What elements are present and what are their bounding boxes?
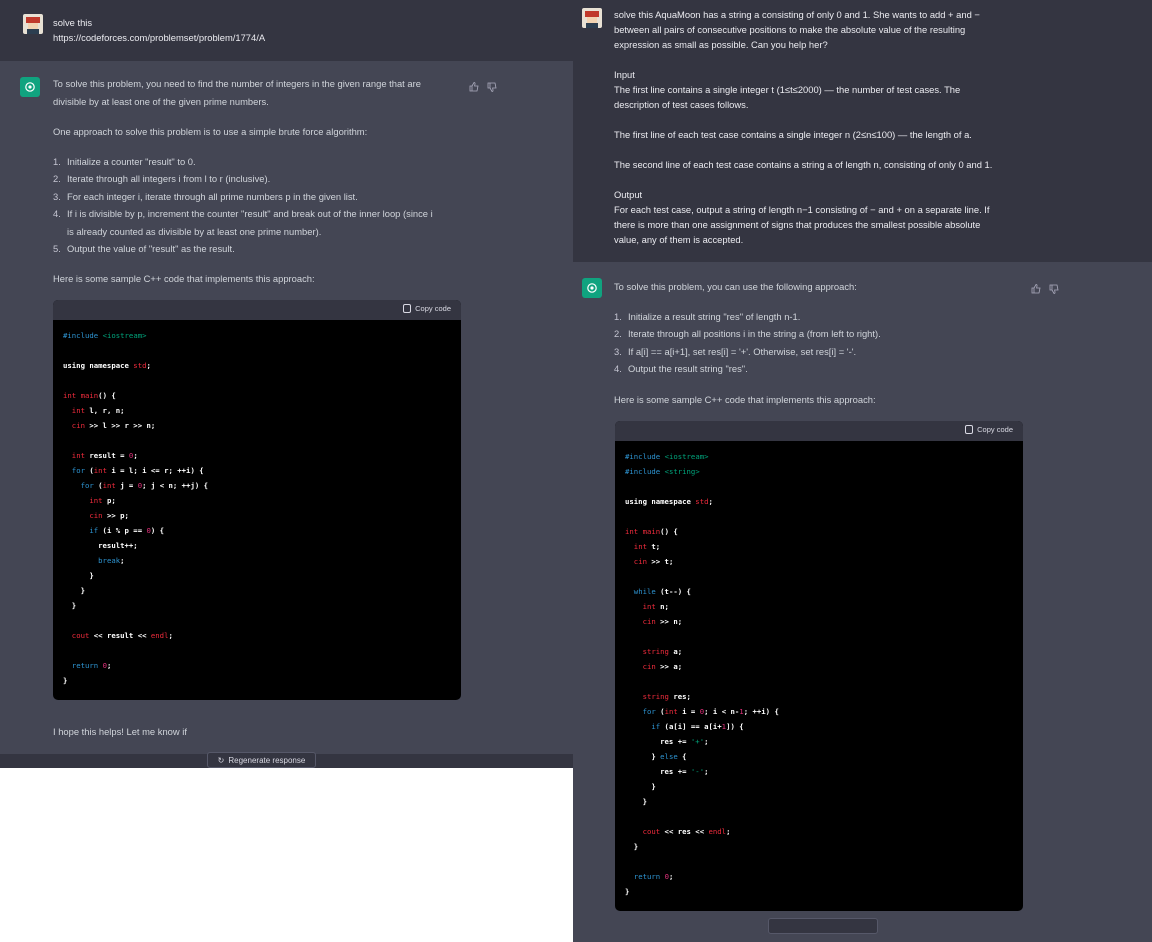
left-chat-panel: solve this https://codeforces.com/proble…	[0, 0, 573, 768]
text-line	[614, 142, 1034, 157]
list-item: 5. Output the value of "result" as the re…	[53, 243, 235, 255]
section-heading: Input	[614, 69, 635, 80]
text-line: expression as small as possible. Can you…	[614, 39, 828, 50]
copy-code-button[interactable]: Copy code	[965, 425, 1013, 434]
user-message-row: solve this AquaMoon has a string a consi…	[573, 0, 1152, 262]
problem-statement: solve this AquaMoon has a string a consi…	[614, 7, 1034, 247]
code-block: Copy code #include <iostream> #include <…	[615, 421, 1023, 911]
copy-code-button[interactable]: Copy code	[403, 304, 451, 313]
text-line: solve this AquaMoon has a string a consi…	[614, 9, 980, 20]
code-block-header: Copy code	[53, 300, 461, 320]
clipboard-icon	[965, 425, 974, 434]
thumbs-down-icon[interactable]	[487, 79, 497, 92]
user-message-line: solve this	[53, 17, 93, 28]
regenerate-response-button[interactable]: ↻ Regenerate response	[207, 752, 316, 768]
list-item: 3. For each integer i, iterate through al…	[53, 190, 358, 202]
list-item: 2. Iterate through all integers i from l …	[53, 173, 271, 185]
closing-text: I hope this helps! Let me know if	[53, 726, 187, 737]
thumbs-down-icon[interactable]	[1049, 281, 1059, 294]
chatgpt-logo-icon	[20, 77, 40, 97]
sample-intro: Here is some sample C++ code that implem…	[53, 273, 315, 285]
list-item: 3. If a[i] == a[i+1], set res[i] = '+'. O…	[614, 345, 857, 357]
intro-line: divisible by at least one of the given p…	[53, 96, 269, 107]
list-item-continued: is already counted as divisible by at le…	[67, 225, 322, 237]
list-item: 4. If i is divisible by p, increment the …	[53, 208, 433, 220]
text-line: The second line of each test case contai…	[614, 159, 993, 170]
text-line: For each test case, output a string of l…	[614, 204, 990, 215]
code-content: #include <iostream> using namespace std;…	[63, 331, 209, 685]
list-item: 1. Initialize a counter "result" to 0.	[53, 156, 196, 167]
steps-list: 1. Initialize a result string "res" of le…	[614, 308, 1034, 378]
right-chat-panel: solve this AquaMoon has a string a consi…	[573, 0, 1152, 942]
section-heading: Output	[614, 189, 643, 200]
user-avatar-icon	[23, 14, 43, 34]
chatgpt-logo-icon	[582, 278, 602, 298]
text-line: value, any of them is accepted.	[614, 234, 744, 245]
text-line	[614, 112, 1034, 127]
user-avatar-icon	[582, 8, 602, 28]
text-line: between all pairs of consecutive positio…	[614, 24, 966, 35]
feedback-buttons	[469, 79, 497, 92]
list-item: 4. Output the result string "res".	[614, 363, 748, 375]
user-message-row: solve this https://codeforces.com/proble…	[0, 0, 573, 61]
feedback-buttons	[1031, 281, 1059, 294]
list-item: 1. Initialize a result string "res" of le…	[614, 311, 801, 322]
assistant-response: To solve this problem, you need to find …	[53, 76, 463, 286]
sample-intro: Here is some sample C++ code that implem…	[614, 393, 876, 405]
text-line: there is more than one assignment of sig…	[614, 219, 981, 230]
text-line: The first line contains a single integer…	[614, 84, 961, 95]
code-block-header: Copy code	[615, 421, 1023, 441]
code-block: Copy code #include <iostream> using name…	[53, 300, 461, 700]
problem-link[interactable]: https://codeforces.com/problemset/proble…	[53, 30, 265, 45]
intro-line: To solve this problem, you can use the f…	[614, 281, 857, 292]
text-line: description of test cases follows.	[614, 99, 749, 110]
approach-text: One approach to solve this problem is to…	[53, 126, 368, 137]
text-line	[614, 52, 1034, 67]
assistant-response: To solve this problem, you can use the f…	[614, 279, 1034, 407]
regenerate-response-button[interactable]	[768, 918, 878, 934]
refresh-icon: ↻	[217, 755, 225, 765]
text-line	[614, 172, 1034, 187]
steps-list: 1. Initialize a counter "result" to 0. 2.…	[53, 153, 463, 257]
code-content: #include <iostream> #include <string> us…	[625, 452, 779, 896]
list-item: 2. Iterate through all positions i in the…	[614, 328, 881, 340]
text-line: The first line of each test case contain…	[614, 129, 972, 140]
clipboard-icon	[403, 304, 412, 313]
thumbs-up-icon[interactable]	[469, 79, 479, 92]
intro-line: To solve this problem, you need to find …	[53, 78, 421, 89]
